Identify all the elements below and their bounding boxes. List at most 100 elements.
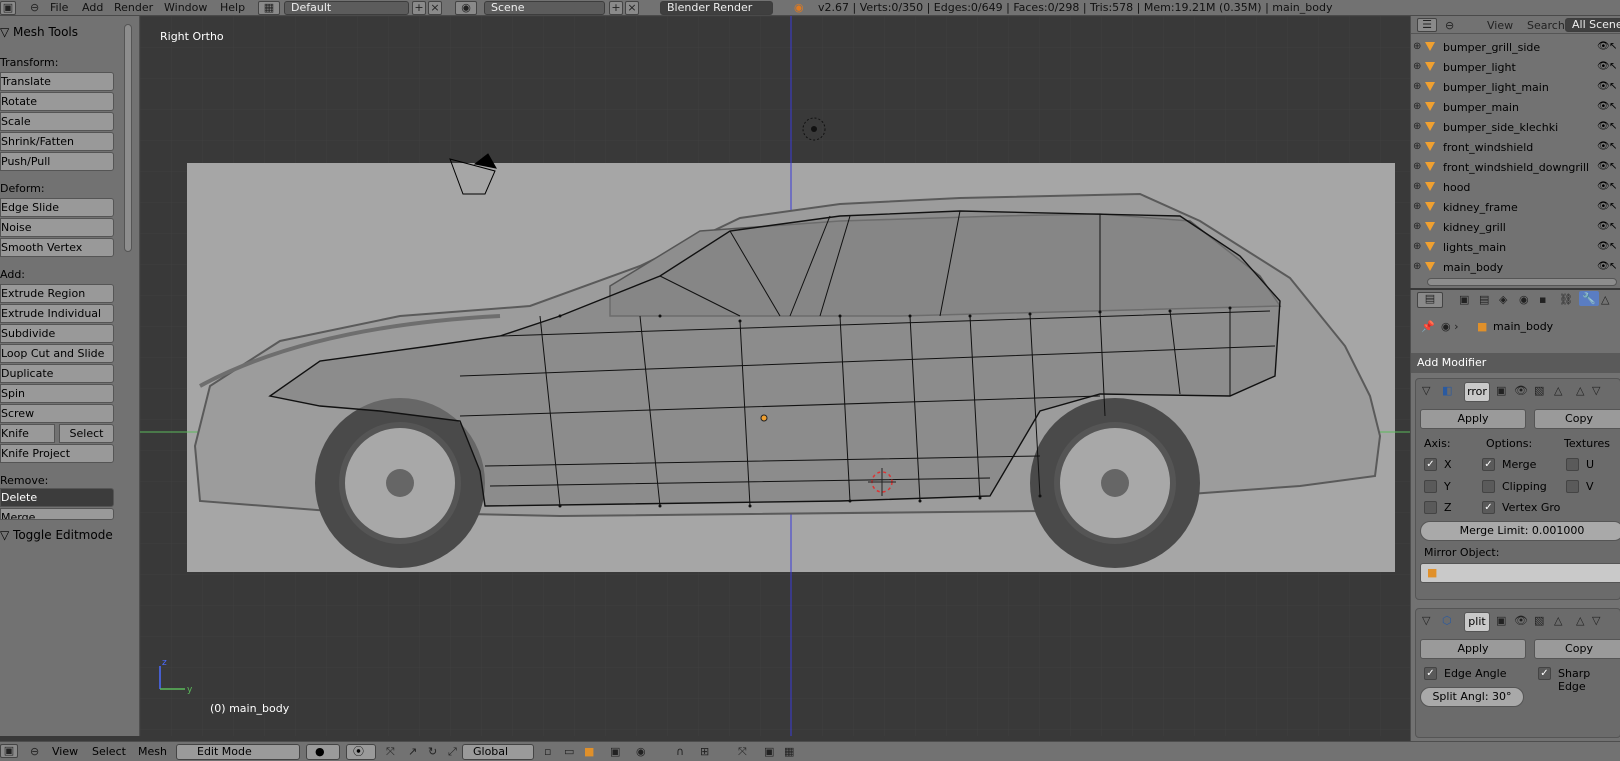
screw-button[interactable]: Screw (0, 404, 114, 423)
selectability-icon[interactable]: ↖ (1609, 101, 1617, 112)
selectability-icon[interactable]: ↖ (1609, 241, 1617, 252)
add-layout-button[interactable]: + (412, 1, 426, 15)
viewport-shading-select[interactable]: ● (306, 744, 340, 760)
knife-project-button[interactable]: Knife Project (0, 444, 114, 463)
expand-icon[interactable]: ⊕ (1413, 201, 1421, 212)
collapse-icon[interactable]: ⊖ (1445, 19, 1454, 32)
visibility-icon[interactable]: 👁 (1597, 181, 1610, 192)
toggle-editmode-header[interactable]: ▽ Toggle Editmode (0, 528, 113, 542)
outliner-item[interactable]: ⊕ bumper_light 👁 ↖ (1411, 58, 1620, 78)
move-up-icon[interactable]: △ (1576, 614, 1584, 627)
screen-layout-field[interactable]: Default (284, 1, 409, 15)
constraints-tab-icon[interactable]: ⛓ (1559, 293, 1573, 306)
viewport-toggle-icon[interactable]: 👁 (1514, 384, 1528, 397)
3d-viewport[interactable]: z y Right Ortho (0) main_body (140, 16, 1410, 736)
properties-type-icon[interactable]: ▤ (1417, 292, 1443, 308)
editor-type-icon[interactable]: ▣ (0, 1, 16, 15)
cage-toggle-icon[interactable]: △ (1554, 614, 1562, 627)
merge-checkbox[interactable]: ✓ (1482, 458, 1495, 471)
split-angle-field[interactable]: Split Angl: 30° (1420, 687, 1524, 707)
menu-render[interactable]: Render (114, 1, 153, 14)
scene-icon[interactable]: ◉ (455, 1, 477, 15)
mirror-object-field[interactable]: ■ (1420, 563, 1620, 583)
merge-menu[interactable]: Merge (0, 508, 114, 520)
visibility-icon[interactable]: 👁 (1597, 101, 1610, 112)
selectability-icon[interactable]: ↖ (1609, 41, 1617, 52)
split-name-field[interactable]: plit (1464, 612, 1490, 632)
edge-angle-checkbox[interactable]: ✓ (1424, 667, 1437, 680)
snap-target-icon[interactable]: ⤧ (738, 745, 747, 759)
selectability-icon[interactable]: ↖ (1609, 161, 1617, 172)
outliner-search-menu[interactable]: Search (1527, 19, 1565, 32)
cage-toggle-icon[interactable]: △ (1554, 384, 1562, 397)
render-animation-icon[interactable]: ▦ (784, 745, 794, 758)
world-tab-icon[interactable]: ◉ (1519, 293, 1529, 306)
outliner-item[interactable]: ⊕ bumper_light_main 👁 ↖ (1411, 78, 1620, 98)
edge-slide-button[interactable]: Edge Slide (0, 198, 114, 217)
outliner-item[interactable]: ⊕ kidney_grill 👁 ↖ (1411, 218, 1620, 238)
knife-select-button[interactable]: Select (59, 424, 114, 443)
selectability-icon[interactable]: ↖ (1609, 261, 1617, 272)
render-opengl-icon[interactable]: ▣ (764, 745, 774, 758)
menu-help[interactable]: Help (220, 1, 245, 14)
outliner-item[interactable]: ⊕ bumper_side_klechki 👁 ↖ (1411, 118, 1620, 138)
visibility-icon[interactable]: 👁 (1597, 201, 1610, 212)
visibility-icon[interactable]: 👁 (1597, 261, 1610, 272)
selectability-icon[interactable]: ↖ (1609, 221, 1617, 232)
expand-icon[interactable]: ⊕ (1413, 41, 1421, 52)
mirror-copy-button[interactable]: Copy (1534, 409, 1620, 429)
menu-view[interactable]: View (52, 745, 78, 758)
extrude-individual-button[interactable]: Extrude Individual (0, 304, 114, 323)
rotate-manipulator-icon[interactable]: ↻ (428, 745, 437, 758)
limit-selection-icon[interactable]: ▣ (610, 745, 620, 758)
knife-button[interactable]: Knife (0, 424, 55, 443)
render-tab-icon[interactable]: ▣ (1459, 293, 1469, 306)
outliner-item[interactable]: ⊕ front_windshield_downgrill 👁 ↖ (1411, 158, 1620, 178)
menu-mesh[interactable]: Mesh (138, 745, 167, 758)
translate-manipulator-icon[interactable]: ↗ (408, 745, 417, 758)
expand-icon[interactable]: ⊕ (1413, 101, 1421, 112)
render-toggle-icon[interactable]: ▣ (1496, 614, 1506, 627)
visibility-icon[interactable]: 👁 (1597, 41, 1610, 52)
scene-field[interactable]: Scene (484, 1, 605, 15)
pin-icon[interactable]: 📌 (1421, 320, 1435, 333)
visibility-icon[interactable]: 👁 (1597, 121, 1610, 132)
axis-z-checkbox[interactable] (1424, 501, 1437, 514)
expand-icon[interactable]: ⊕ (1413, 261, 1421, 272)
data-tab-icon[interactable]: △ (1601, 293, 1609, 306)
collapse-arrow-icon[interactable]: ▽ (1422, 614, 1430, 627)
outliner-item[interactable]: ⊕ bumper_main 👁 ↖ (1411, 98, 1620, 118)
collapse-icon[interactable]: ⊖ (30, 745, 39, 758)
screen-layout-icon[interactable]: ▦ (258, 1, 280, 15)
collapse-arrow-icon[interactable]: ▽ (1422, 384, 1430, 397)
move-down-icon[interactable]: ▽ (1592, 384, 1600, 397)
outliner-item[interactable]: ⊕ hood 👁 ↖ (1411, 178, 1620, 198)
editmode-toggle-icon[interactable]: ▧ (1534, 614, 1544, 627)
remove-layout-button[interactable]: × (428, 1, 442, 15)
clipping-checkbox[interactable] (1482, 480, 1495, 493)
editmode-toggle-icon[interactable]: ▧ (1534, 384, 1544, 397)
menu-file[interactable]: File (50, 1, 68, 14)
shrink-fatten-button[interactable]: Shrink/Fatten (0, 132, 114, 151)
vertex-select-icon[interactable]: ▫ (544, 745, 551, 758)
outliner-item[interactable]: ⊕ main_body 👁 ↖ (1411, 258, 1620, 278)
selectability-icon[interactable]: ↖ (1609, 121, 1617, 132)
snap-element-icon[interactable]: ⊞ (700, 745, 709, 758)
mirror-apply-button[interactable]: Apply (1420, 409, 1526, 429)
editor-type-icon[interactable]: ▣ (0, 744, 18, 758)
scene-tab-icon[interactable]: ◈ (1499, 293, 1507, 306)
collapse-icon[interactable]: ⊖ (30, 1, 39, 14)
proportional-editing-icon[interactable]: ◉ (636, 745, 646, 758)
outliner-item[interactable]: ⊕ front_windshield 👁 ↖ (1411, 138, 1620, 158)
duplicate-button[interactable]: Duplicate (0, 364, 114, 383)
visibility-icon[interactable]: 👁 (1597, 81, 1610, 92)
layers-tab-icon[interactable]: ▤ (1479, 293, 1489, 306)
noise-button[interactable]: Noise (0, 218, 114, 237)
rotate-button[interactable]: Rotate (0, 92, 114, 111)
magnet-icon[interactable]: ∩ (676, 745, 684, 758)
scale-manipulator-icon[interactable]: ⤢ (448, 745, 457, 759)
push-pull-button[interactable]: Push/Pull (0, 152, 114, 171)
outliner-item[interactable]: ⊕ bumper_grill_side 👁 ↖ (1411, 38, 1620, 58)
split-apply-button[interactable]: Apply (1420, 639, 1526, 659)
loop-cut-button[interactable]: Loop Cut and Slide (0, 344, 114, 363)
